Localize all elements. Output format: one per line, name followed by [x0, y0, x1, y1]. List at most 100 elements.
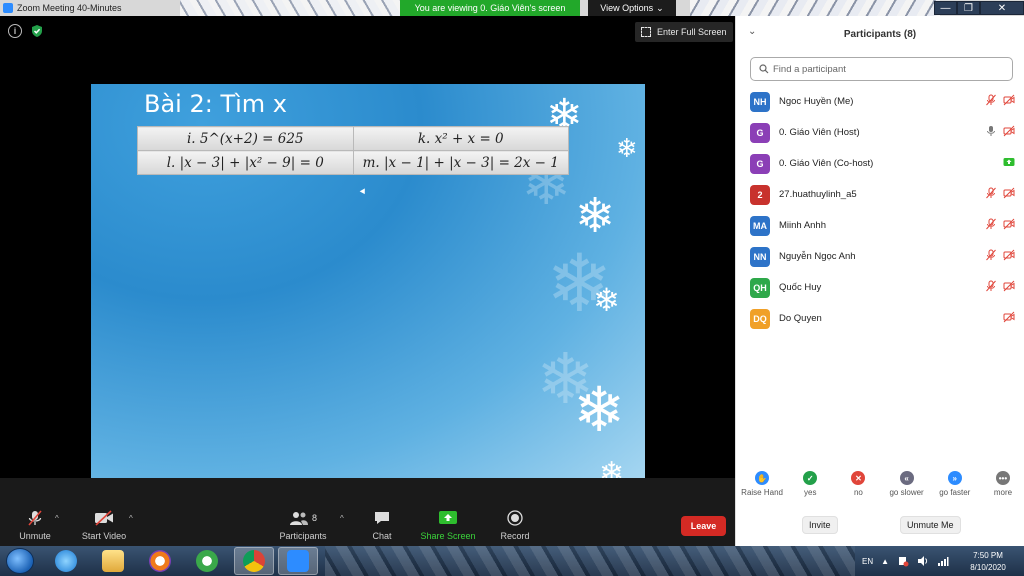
participants-panel-header: ⌄ Participants (8) [736, 16, 1024, 52]
avatar: DQ [750, 308, 770, 329]
taskbar-explorer[interactable] [93, 547, 133, 575]
yes-button[interactable]: ✓ yes [788, 471, 832, 497]
zoom-app-icon [3, 3, 13, 13]
equation-l: l. |x − 3| + |x² − 9| = 0 [137, 150, 354, 175]
chat-button[interactable]: Chat [347, 508, 417, 541]
show-hidden-icons-arrow[interactable]: ▲ [881, 557, 889, 566]
reaction-label: yes [804, 488, 817, 497]
raise-hand-button[interactable]: ✋ Raise Hand [740, 471, 784, 497]
share-screen-button[interactable]: Share Screen [413, 508, 483, 541]
record-label: Record [500, 531, 530, 541]
minimize-button[interactable]: — [934, 1, 957, 15]
participants-icon [289, 512, 308, 525]
view-options-button[interactable]: View Options ⌄ [588, 0, 676, 16]
taskbar-chrome[interactable] [234, 547, 274, 575]
participant-row[interactable]: QH Quốc Huy [736, 272, 1024, 303]
windows-taskbar: EN ▲ 7:50 PM 8/10/2020 [0, 546, 1024, 576]
participant-row[interactable]: 2 27.huathuylinh_a5 [736, 179, 1024, 210]
participant-status [1003, 311, 1015, 323]
language-indicator[interactable]: EN [862, 557, 873, 566]
volume-icon[interactable] [917, 555, 929, 567]
start-video-button[interactable]: Start Video [69, 508, 139, 541]
participant-row[interactable]: G 0. Giáo Viên (Host) [736, 117, 1024, 148]
share-screen-icon [439, 511, 457, 524]
participant-list: NH Ngoc Huyền (Me) G 0. Giáo Viên (Host)… [736, 86, 1024, 334]
no-button[interactable]: ✕ no [836, 471, 880, 497]
snowflake-icon: ❄ [575, 188, 616, 244]
invite-button[interactable]: Invite [802, 516, 838, 534]
participants-count: 8 [311, 513, 317, 523]
record-button[interactable]: Record [480, 508, 550, 541]
taskbar-zoom[interactable] [278, 547, 318, 575]
desktop-wallpaper-strip-right [690, 0, 940, 16]
audio-options-caret[interactable]: ^ [55, 514, 59, 523]
participant-row[interactable]: NN Nguyễn Ngọc Anh [736, 241, 1024, 272]
chrome-icon [243, 550, 265, 572]
signal-bars-icon[interactable] [937, 555, 949, 567]
check-icon: ✓ [803, 471, 818, 485]
taskbar-ie[interactable] [46, 547, 86, 575]
video-off-icon [1003, 218, 1015, 230]
participant-name: 0. Giáo Viên (Co-host) [779, 158, 874, 169]
chevron-down-icon: ⌄ [656, 2, 664, 13]
window-controls: — ❐ ✕ [934, 0, 1024, 16]
avatar: NH [750, 91, 770, 112]
mic-muted-icon [986, 249, 996, 261]
participants-options-caret[interactable]: ^ [340, 514, 344, 523]
participant-name: 0. Giáo Viên (Host) [779, 127, 860, 138]
mic-muted-icon [986, 280, 996, 292]
system-clock[interactable]: 7:50 PM 8/10/2020 [962, 550, 1014, 574]
info-icon[interactable]: i [8, 24, 22, 38]
participants-button[interactable]: 8 Participants [268, 508, 338, 541]
start-video-label: Start Video [81, 531, 127, 541]
participants-label: Participants [279, 531, 327, 541]
video-off-icon [95, 510, 113, 526]
participant-name: Miinh Anhh [779, 220, 827, 231]
snowflake-icon: ❄ [616, 134, 638, 164]
collapse-chevron-icon[interactable]: ⌄ [748, 26, 756, 37]
enter-full-screen-button[interactable]: Enter Full Screen [635, 22, 733, 42]
participant-status [985, 187, 1015, 199]
window-titlebar: Zoom Meeting 40-Minutes You are viewing … [0, 0, 1024, 16]
chat-label: Chat [372, 531, 392, 541]
snowflake-icon: ❄ [593, 281, 620, 319]
participant-row[interactable]: NH Ngoc Huyền (Me) [736, 86, 1024, 117]
reaction-label: no [853, 488, 863, 497]
participant-status [985, 280, 1015, 292]
participant-row[interactable]: G 0. Giáo Viên (Co-host) [736, 148, 1024, 179]
encryption-shield-icon[interactable] [30, 24, 44, 38]
unmute-button[interactable]: Unmute [0, 508, 70, 541]
video-options-caret[interactable]: ^ [129, 514, 133, 523]
close-button[interactable]: ✕ [980, 1, 1024, 15]
folder-icon [102, 550, 124, 572]
snowflake-icon: ❄ [573, 373, 625, 446]
restore-button[interactable]: ❐ [957, 1, 980, 15]
video-off-icon [1003, 249, 1015, 261]
participant-name: Nguyễn Ngọc Anh [779, 251, 856, 262]
zoom-icon [287, 550, 309, 572]
start-button[interactable] [6, 548, 34, 574]
unmute-me-button[interactable]: Unmute Me [900, 516, 961, 534]
leave-button[interactable]: Leave [681, 516, 726, 536]
record-icon [507, 510, 523, 526]
participant-search-input[interactable] [773, 63, 1003, 75]
fullscreen-label: Enter Full Screen [657, 27, 727, 37]
participant-row[interactable]: DQ Do Quyen [736, 303, 1024, 334]
participant-search-box[interactable] [750, 57, 1013, 81]
go-faster-button[interactable]: » go faster [933, 471, 977, 497]
taskbar-browser[interactable] [140, 547, 180, 575]
network-flag-icon[interactable] [897, 555, 909, 567]
participant-row[interactable]: MA Miinh Anhh [736, 210, 1024, 241]
avatar: G [750, 122, 770, 143]
table-row: l. |x − 3| + |x² − 9| = 0 m. |x − 1| + |… [137, 150, 569, 175]
table-row: i. 5^(x+2) = 625 k. x² + x = 0 [137, 126, 569, 151]
taskbar-app[interactable] [187, 547, 227, 575]
video-off-icon [1003, 311, 1015, 323]
participant-name: 27.huathuylinh_a5 [779, 189, 857, 200]
go-slower-button[interactable]: « go slower [885, 471, 929, 497]
more-button[interactable]: ••• more [981, 471, 1024, 497]
mic-muted-icon [986, 94, 996, 106]
slide-title: Bài 2: Tìm x [144, 90, 287, 118]
taskbar-wallpaper [325, 546, 855, 576]
avatar: 2 [750, 184, 770, 205]
